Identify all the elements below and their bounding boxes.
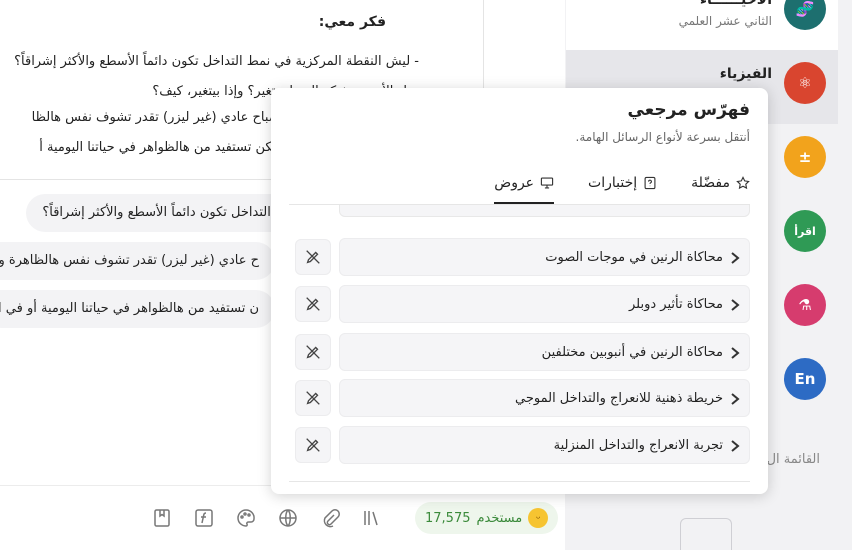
- item-label: محاكاة الرنين في أنبوبين مختلفين: [542, 345, 724, 360]
- popup-title: فهرّس مرجعي: [628, 100, 751, 120]
- tab-label: مفضّلة: [692, 175, 731, 191]
- list-item[interactable]: خريطة ذهنية للانعراج والتداخل الموجي: [340, 379, 751, 417]
- subject-avatar: ±: [785, 136, 827, 178]
- subject-biology[interactable]: 🧬 الأحيــــــاء الثاني عشر العلمي: [567, 0, 839, 50]
- read-icon: اقرأ: [795, 224, 817, 238]
- subject-avatar: En: [785, 358, 827, 400]
- pen-slash-icon: [307, 250, 321, 264]
- open-external-button[interactable]: [296, 334, 332, 370]
- subject-avatar: ⚛: [785, 62, 827, 104]
- popup-bottom-divider: [290, 481, 751, 482]
- list-item[interactable]: محاكاة الرنين في موجات الصوت: [340, 238, 751, 276]
- open-external-button[interactable]: [296, 427, 332, 463]
- reference-index-popup: فهرّس مرجعي أنتقل بسرعة لأنواع الرسائل ا…: [272, 88, 769, 494]
- list-label: القائمة ال: [767, 452, 821, 467]
- list-item[interactable]: تجربة الانعراج والتداخل المنزلية: [340, 426, 751, 464]
- english-icon: En: [795, 370, 817, 388]
- think-line-4: ممكن تستفيد من هالظواهر في حياتنا اليومي…: [40, 140, 288, 155]
- item-label: محاكاة الرنين في موجات الصوت: [546, 250, 724, 265]
- function-icon[interactable]: [192, 505, 218, 531]
- chevron-right-icon: [732, 347, 741, 359]
- tab-label: عروض: [495, 175, 536, 191]
- think-line-1: - ليش النقطة المركزية في نمط التداخل تكو…: [15, 54, 420, 69]
- presentation-icon: [541, 176, 555, 190]
- item-label: تجربة الانعراج والتداخل المنزلية: [554, 438, 724, 453]
- flask-icon: ⚗: [799, 296, 813, 314]
- pen-slash-icon: [307, 391, 321, 405]
- subject-avatar: اقرأ: [785, 210, 827, 252]
- think-line-3: مصباح عادي (غير ليزر) تقدر تشوف نفس هالظ…: [32, 110, 288, 125]
- suggestion-bubble-2[interactable]: ح عادي (غير ليزر) تقدر تشوف نفس هالظاهرة…: [0, 242, 276, 280]
- globe-icon[interactable]: [276, 505, 302, 531]
- subject-avatar: ⚗: [785, 284, 827, 326]
- chevron-right-icon: [732, 299, 741, 311]
- suggestion-bubble-1[interactable]: ط التداخل تكون دائماً الأسطع والأكثر إشر…: [27, 194, 304, 232]
- subject-name: الفيزياء: [720, 66, 773, 82]
- smiley-icon: ᵕ: [529, 508, 550, 528]
- user-label: مستخدم: [477, 510, 524, 526]
- star-icon: [737, 176, 751, 190]
- dna-icon: 🧬: [796, 0, 816, 18]
- popup-list[interactable]: محاكاة الرنين في موجات الصوت محاكاة تأثي…: [272, 205, 769, 482]
- suggestion-bubble-3[interactable]: ن تستفيد من هالظواهر في حياتنا اليومية أ…: [0, 290, 276, 328]
- subject-avatar: 🧬: [785, 0, 827, 30]
- pen-slash-icon: [307, 438, 321, 452]
- popup-subtitle: أنتقل بسرعة لأنواع الرسائل الهامة.: [576, 130, 751, 144]
- tab-label: إختبارات: [589, 175, 639, 191]
- tab-favorites[interactable]: مفضّلة: [692, 162, 751, 204]
- popup-tabs: مفضّلة إختبارات عروض: [461, 162, 751, 204]
- open-external-button[interactable]: [296, 286, 332, 322]
- bookmark-icon[interactable]: [150, 505, 176, 531]
- open-external-button[interactable]: [296, 239, 332, 275]
- tab-quizzes[interactable]: إختبارات: [589, 162, 658, 204]
- palette-icon[interactable]: [234, 505, 260, 531]
- list-item[interactable]: محاكاة تأثير دوبلر: [340, 285, 751, 323]
- think-title: فكر معي:: [319, 14, 387, 30]
- user-count: 17,575: [426, 510, 472, 526]
- subject-grade: الثاني عشر العلمي: [679, 14, 773, 28]
- item-label: خريطة ذهنية للانعراج والتداخل الموجي: [516, 391, 724, 406]
- pen-slash-icon: [307, 345, 321, 359]
- open-external-button[interactable]: [296, 380, 332, 416]
- pen-slash-icon: [307, 297, 321, 311]
- composer-toolbar: ᵕ مستخدم 17,575: [150, 502, 560, 534]
- item-label: محاكاة تأثير دوبلر: [630, 297, 724, 312]
- chevron-right-icon: [732, 393, 741, 405]
- list-item-partial: [340, 205, 751, 217]
- tab-presentations[interactable]: عروض: [495, 162, 555, 204]
- list-item[interactable]: محاكاة الرنين في أنبوبين مختلفين: [340, 333, 751, 371]
- subject-name: الأحيــــــاء: [700, 0, 773, 8]
- empty-inbox-icon: [681, 518, 733, 550]
- library-icon[interactable]: [360, 505, 386, 531]
- attach-icon[interactable]: [318, 505, 344, 531]
- chevron-right-icon: [732, 440, 741, 452]
- math-icon: ±: [799, 148, 813, 166]
- online-users-chip: ᵕ مستخدم 17,575: [416, 502, 560, 534]
- atom-icon: ⚛: [799, 74, 813, 92]
- chevron-right-icon: [732, 252, 741, 264]
- quiz-icon: [644, 176, 658, 190]
